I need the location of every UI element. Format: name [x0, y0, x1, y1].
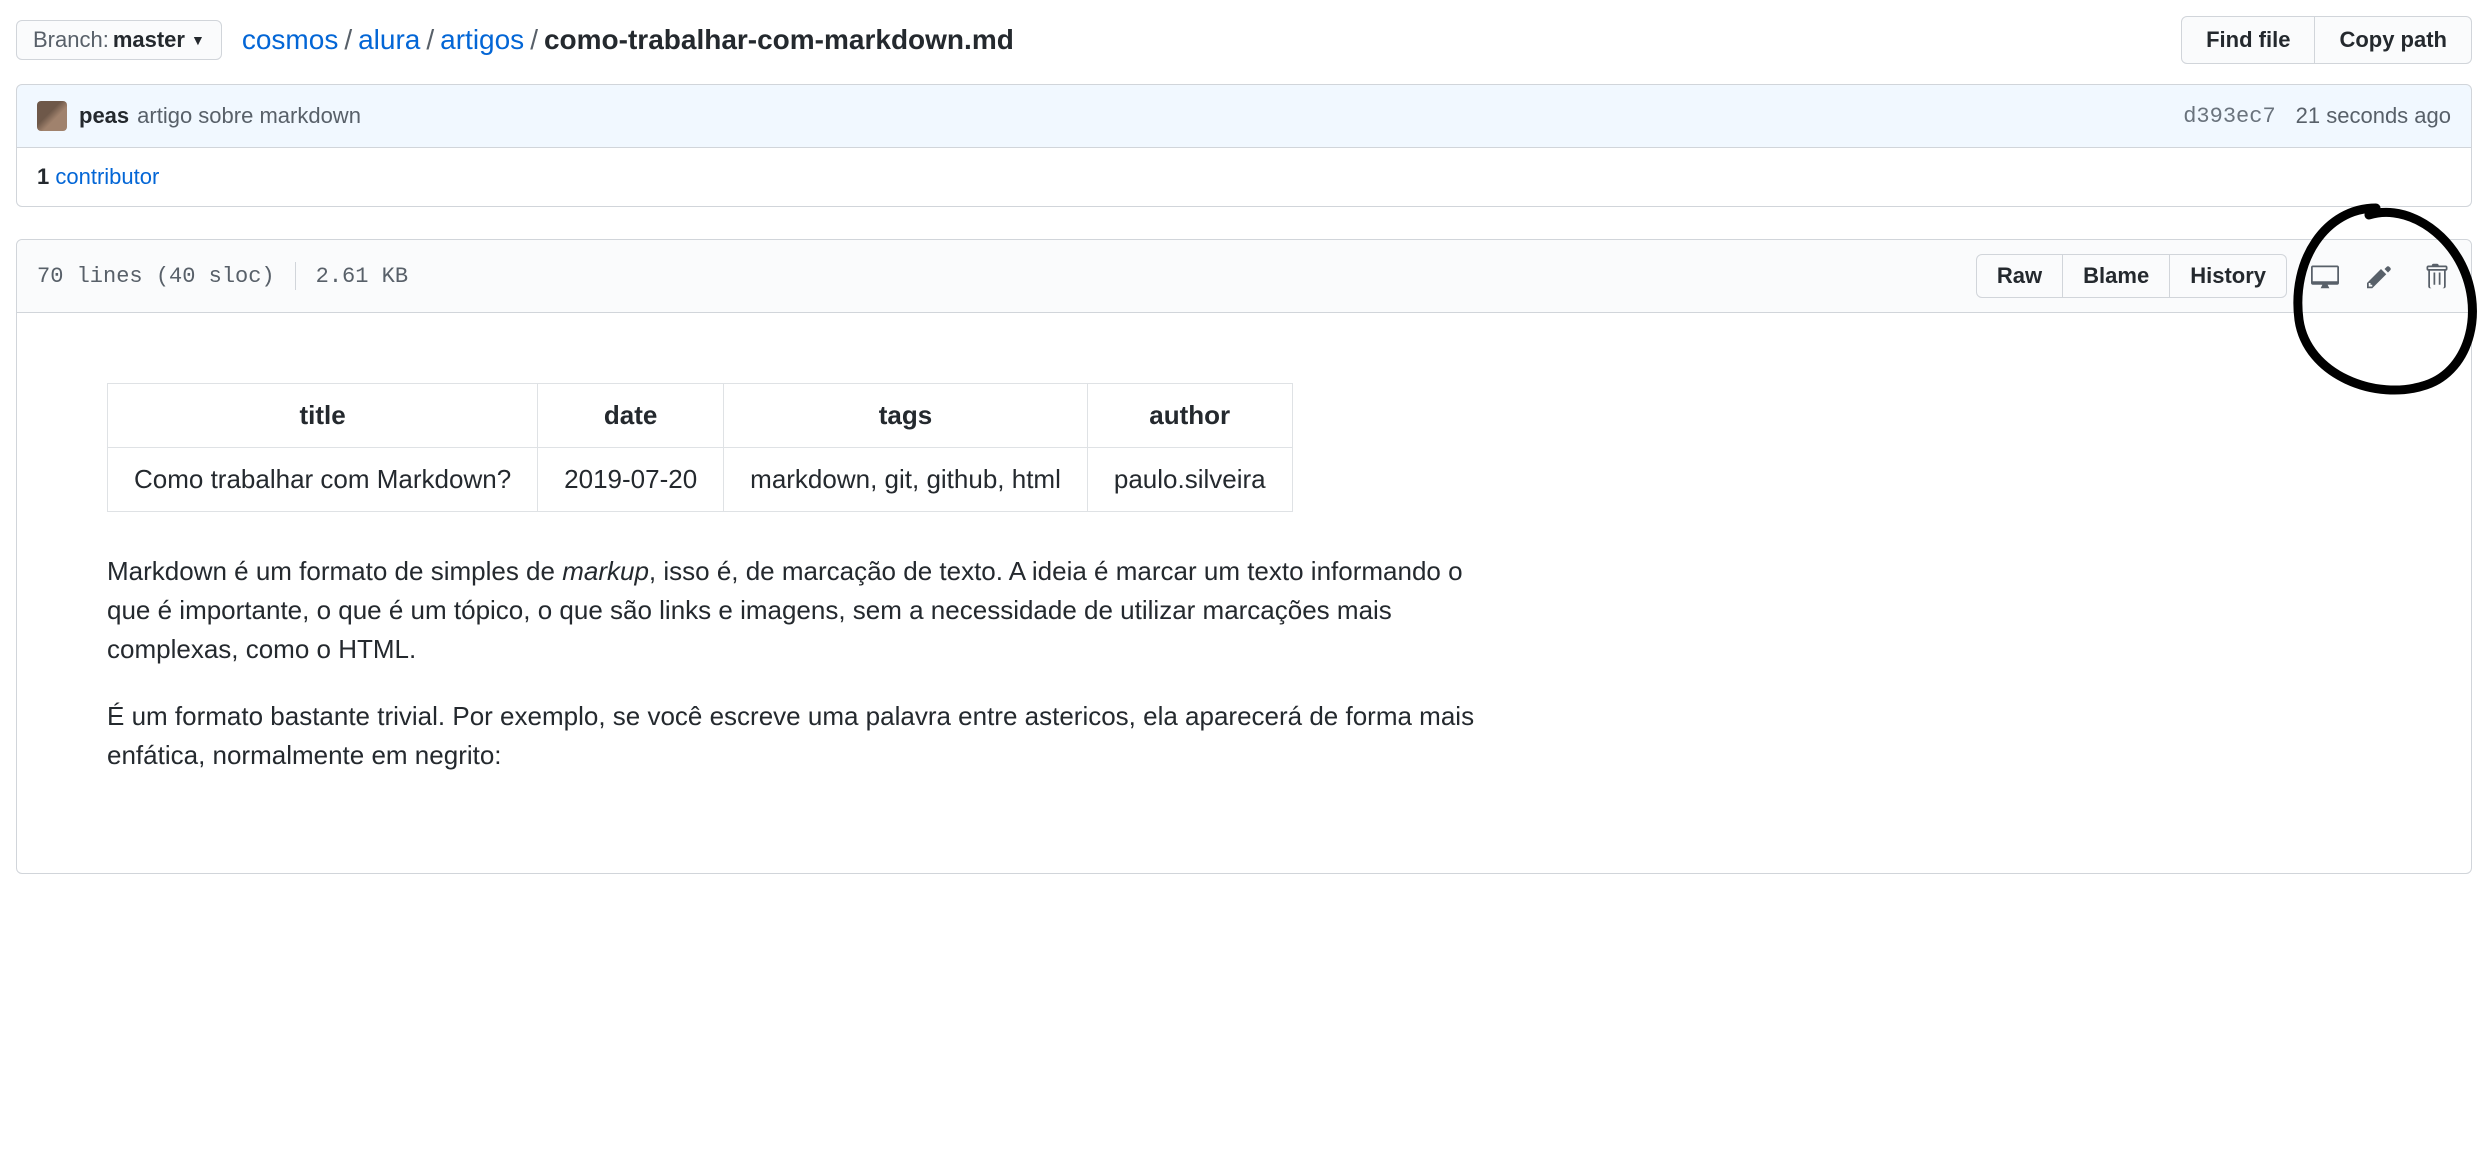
avatar[interactable] — [37, 101, 67, 131]
breadcrumb-separator: / — [530, 24, 538, 56]
paragraph-2: É um formato bastante trivial. Por exemp… — [107, 697, 1477, 775]
breadcrumb: cosmos / alura / artigos / como-trabalha… — [242, 24, 2181, 56]
branch-prefix: Branch: — [33, 27, 109, 53]
fm-header-author: author — [1087, 384, 1292, 448]
find-file-button[interactable]: Find file — [2181, 16, 2315, 64]
blame-button[interactable]: Blame — [2063, 254, 2170, 298]
fm-header-tags: tags — [724, 384, 1088, 448]
fm-cell-title: Como trabalhar com Markdown? — [108, 448, 538, 512]
fm-cell-tags: markdown, git, github, html — [724, 448, 1088, 512]
chevron-down-icon: ▼ — [191, 32, 205, 48]
commit-time: 21 seconds ago — [2296, 103, 2451, 129]
divider — [295, 262, 296, 290]
file-header: 70 lines (40 sloc) 2.61 KB Raw Blame His… — [17, 240, 2471, 313]
table-row: Como trabalhar com Markdown? 2019-07-20 … — [108, 448, 1293, 512]
fm-header-date: date — [538, 384, 724, 448]
commit-sha-link[interactable]: d393ec7 — [2183, 104, 2275, 129]
contributors-label: contributor — [55, 164, 159, 189]
breadcrumb-link-cosmos[interactable]: cosmos — [242, 24, 338, 56]
breadcrumb-link-artigos[interactable]: artigos — [440, 24, 524, 56]
desktop-icon[interactable] — [2311, 262, 2339, 290]
fm-cell-author: paulo.silveira — [1087, 448, 1292, 512]
file-lines: 70 lines (40 sloc) — [37, 264, 275, 289]
branch-name: master — [113, 27, 185, 53]
frontmatter-table: title date tags author Como trabalhar co… — [107, 383, 1293, 512]
contributors-link[interactable]: 1 contributor — [37, 164, 159, 189]
pencil-icon[interactable] — [2367, 262, 2395, 290]
trash-icon[interactable] — [2423, 262, 2451, 290]
paragraph-1: Markdown é um formato de simples de mark… — [107, 552, 1477, 669]
contributors-box: 1 contributor — [16, 148, 2472, 207]
breadcrumb-link-alura[interactable]: alura — [358, 24, 420, 56]
commit-message-link[interactable]: artigo sobre markdown — [137, 103, 361, 129]
breadcrumb-current-file: como-trabalhar-com-markdown.md — [544, 24, 1014, 56]
commit-author-link[interactable]: peas — [79, 103, 129, 129]
rendered-markdown: title date tags author Como trabalhar co… — [17, 313, 2471, 873]
file-size: 2.61 KB — [316, 264, 408, 289]
copy-path-button[interactable]: Copy path — [2315, 16, 2472, 64]
commit-tease: peas artigo sobre markdown d393ec7 21 se… — [16, 84, 2472, 148]
history-button[interactable]: History — [2170, 254, 2287, 298]
contributors-count: 1 — [37, 164, 49, 189]
branch-select-button[interactable]: Branch: master ▼ — [16, 20, 222, 60]
fm-cell-date: 2019-07-20 — [538, 448, 724, 512]
raw-button[interactable]: Raw — [1976, 254, 2063, 298]
breadcrumb-separator: / — [344, 24, 352, 56]
fm-header-title: title — [108, 384, 538, 448]
breadcrumb-separator: / — [426, 24, 434, 56]
